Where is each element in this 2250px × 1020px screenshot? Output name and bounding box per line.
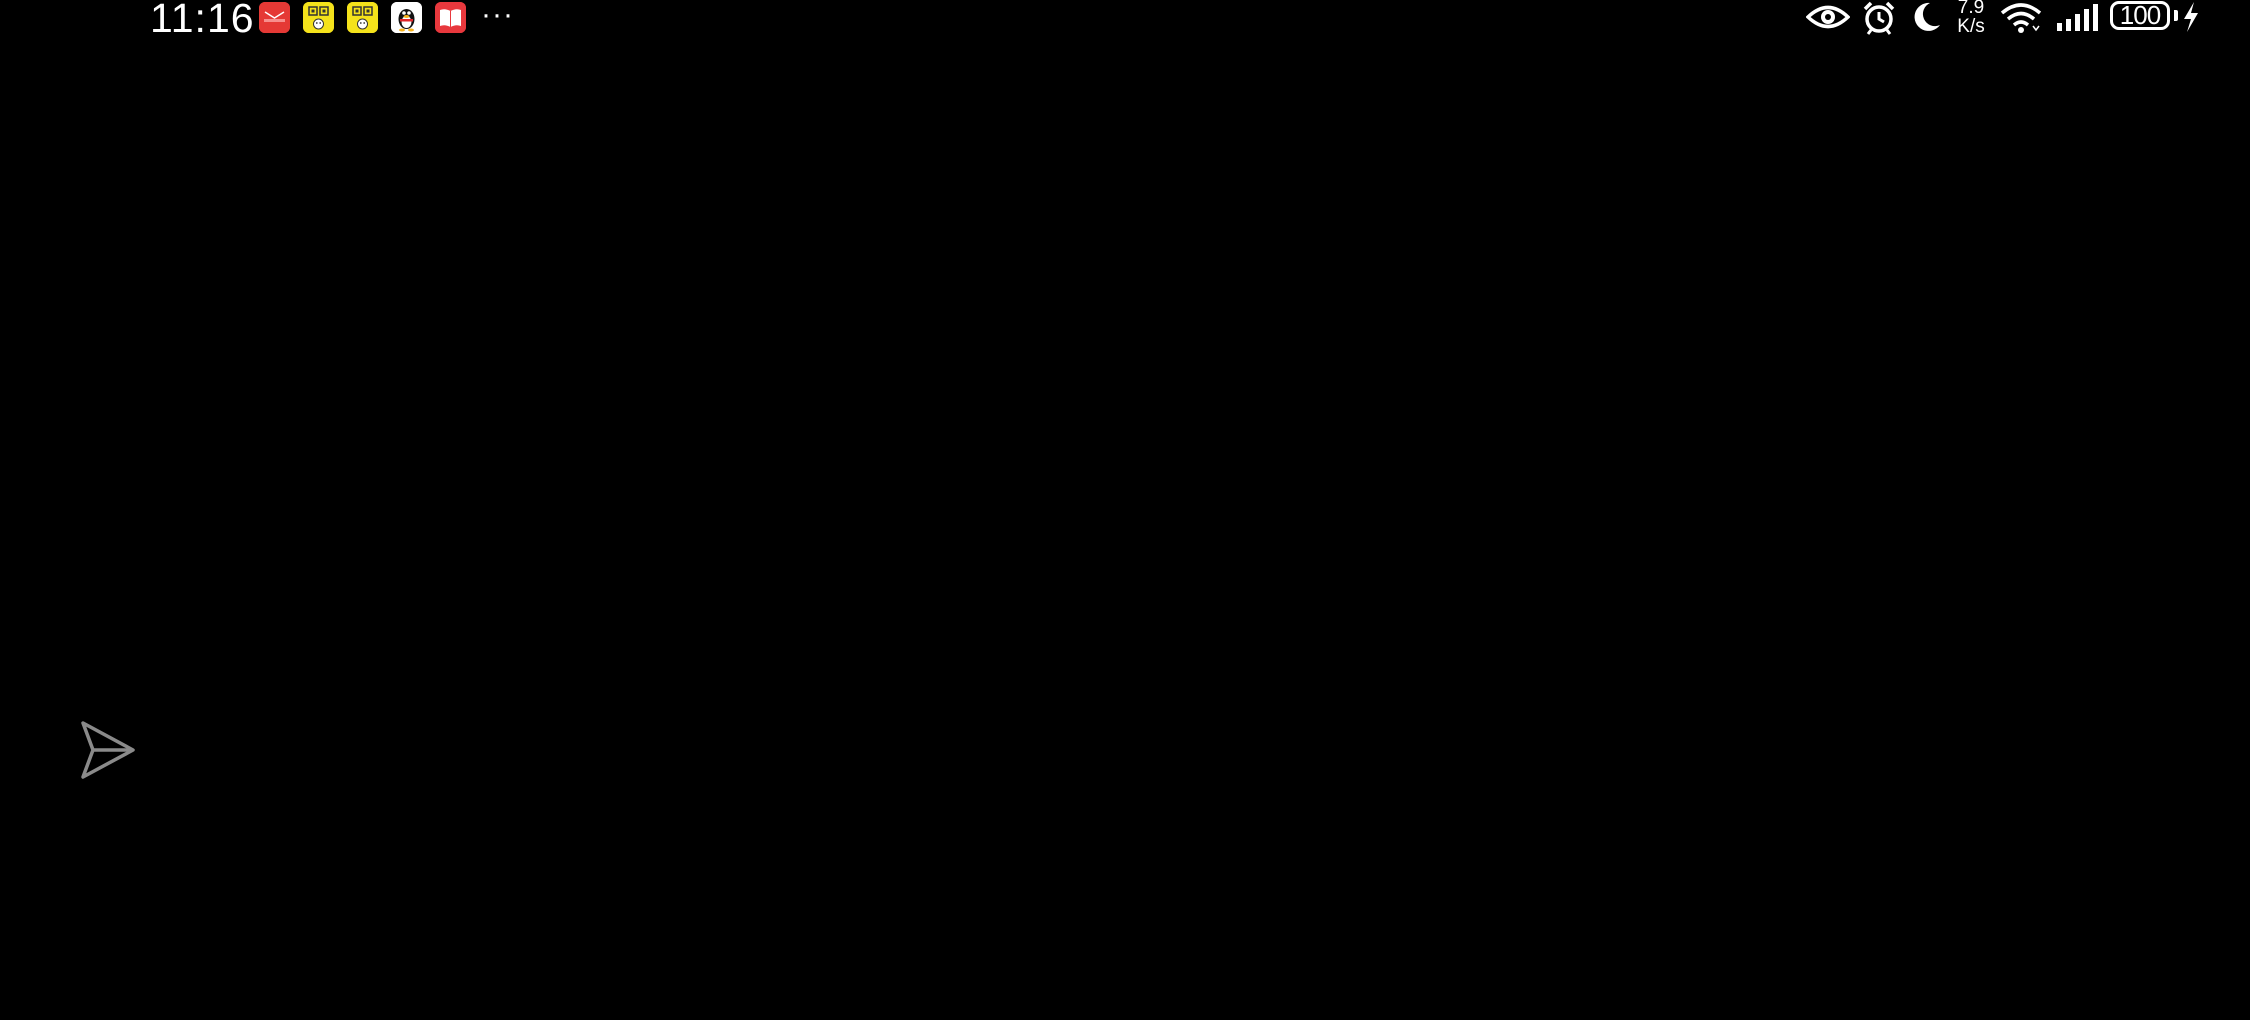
charging-bolt-icon xyxy=(2184,2,2198,32)
network-speed-unit: K/s xyxy=(1957,16,1985,37)
more-notifications-indicator: ··· xyxy=(481,0,514,31)
floating-send-button[interactable] xyxy=(79,719,137,781)
eye-comfort-icon xyxy=(1806,5,1850,29)
battery-indicator: 100 xyxy=(2110,1,2170,30)
book-app-icon xyxy=(435,2,466,33)
wifi-icon xyxy=(2000,3,2042,33)
notification-icons: ··· xyxy=(259,0,514,33)
cellular-signal-icon xyxy=(2057,4,2098,31)
mail-app-icon xyxy=(259,2,290,33)
alarm-icon xyxy=(1863,1,1895,35)
qr-app-icon xyxy=(303,2,334,33)
send-icon xyxy=(81,721,135,779)
network-speed: 7.9 K/s xyxy=(1951,0,1991,36)
do-not-disturb-moon-icon xyxy=(1914,2,1940,31)
status-bar: 11:16 ··· 7.9 K/s 100 xyxy=(0,0,2250,40)
battery-tip xyxy=(2174,10,2178,21)
qr-app-icon xyxy=(347,2,378,33)
status-time: 11:16 xyxy=(150,0,255,41)
qq-penguin-icon xyxy=(391,2,422,33)
screen: 11:16 ··· 7.9 K/s 100 xyxy=(0,0,2250,1020)
